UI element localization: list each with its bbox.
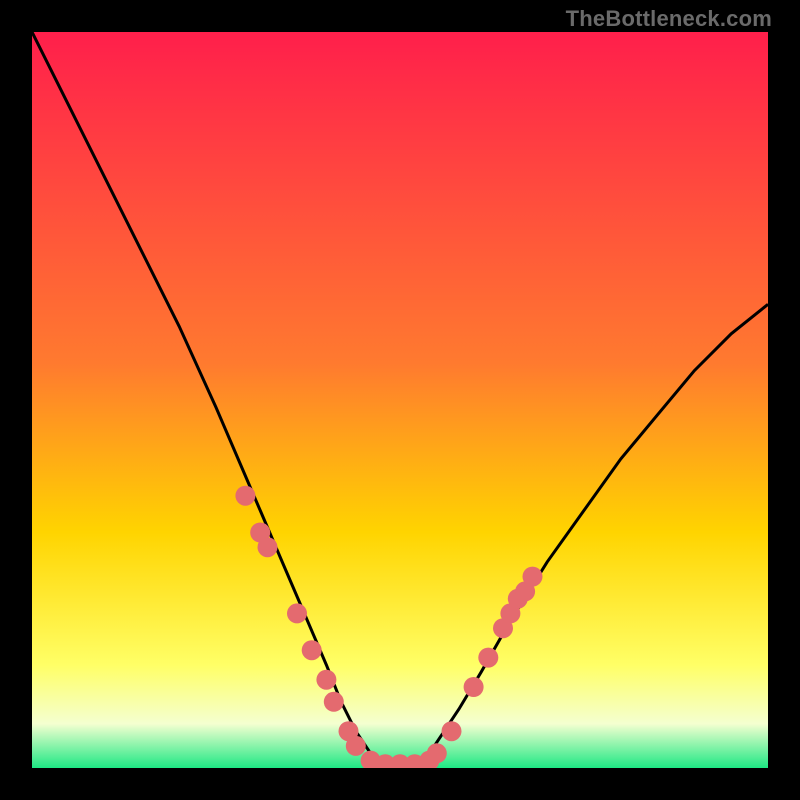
marker-dots (235, 486, 542, 768)
marker-dot (464, 677, 484, 697)
bottleneck-curve (32, 32, 768, 768)
marker-dot (235, 486, 255, 506)
curve-layer (32, 32, 768, 768)
marker-dot (258, 537, 278, 557)
marker-dot (316, 670, 336, 690)
marker-dot (287, 603, 307, 623)
marker-dot (324, 692, 344, 712)
marker-dot (302, 640, 322, 660)
marker-dot (427, 743, 447, 763)
marker-dot (523, 567, 543, 587)
chart-frame: TheBottleneck.com (0, 0, 800, 800)
marker-dot (346, 736, 366, 756)
plot-area (32, 32, 768, 768)
watermark-text: TheBottleneck.com (566, 6, 772, 32)
marker-dot (442, 721, 462, 741)
marker-dot (478, 648, 498, 668)
